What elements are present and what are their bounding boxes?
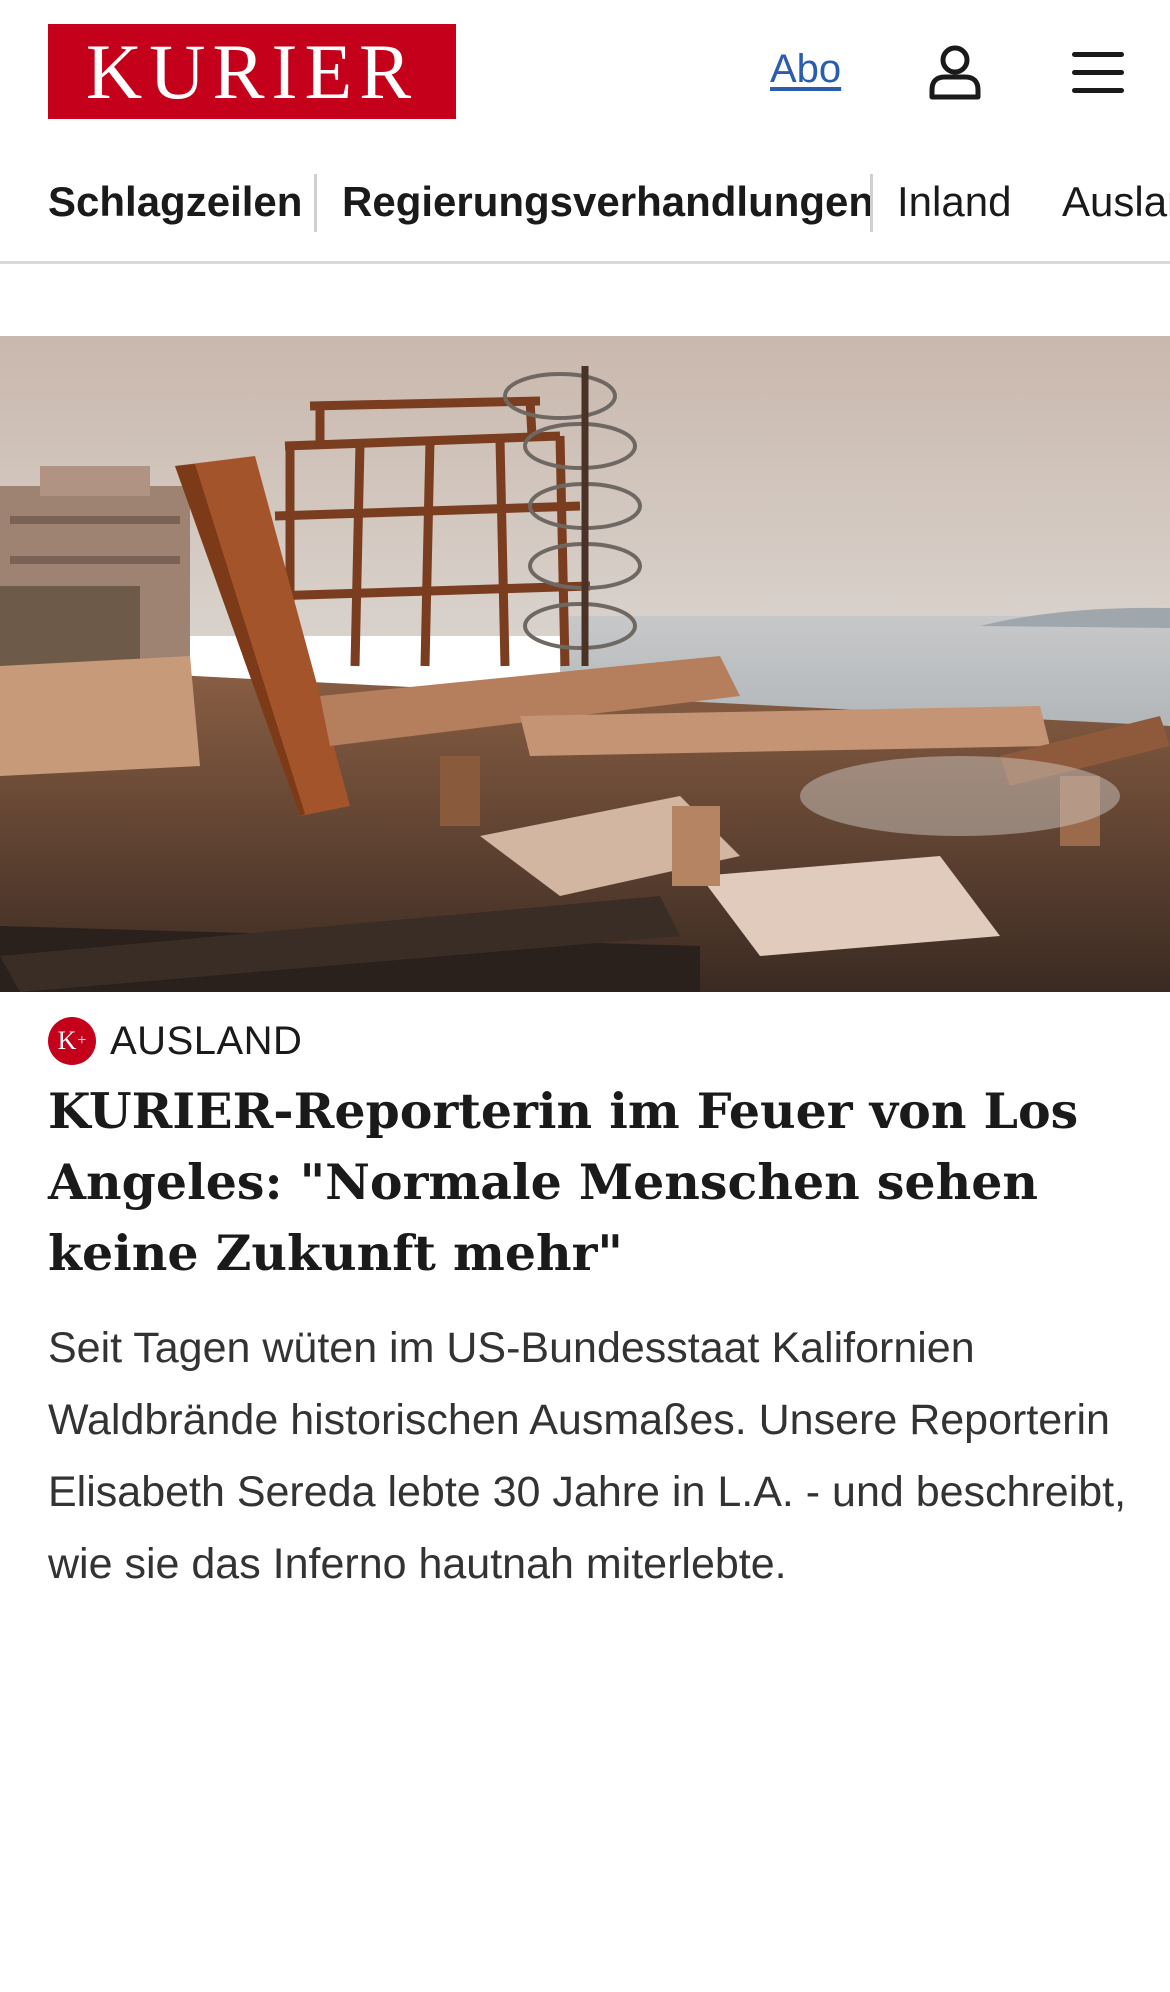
kurier-logo[interactable]: KURIER — [48, 24, 456, 119]
site-header: KURIER Abo — [0, 0, 1170, 145]
section-nav: Schlagzeilen Regierungsverhandlungen Inl… — [0, 172, 1170, 232]
nav-separator — [314, 174, 317, 232]
nav-separator — [870, 174, 873, 232]
nav-item-regierungsverhandlungen[interactable]: Regierungsverhandlungen — [342, 172, 874, 232]
nav-item-inland[interactable]: Inland — [897, 172, 1011, 232]
article-lead: Seit Tagen wüten im US-Bundesstaat Kalif… — [48, 1324, 1127, 1588]
nav-item-schlagzeilen[interactable]: Schlagzeilen — [48, 172, 302, 232]
user-icon[interactable] — [928, 44, 982, 100]
hamburger-menu-icon[interactable] — [1072, 50, 1124, 96]
article-kicker[interactable]: K + AUSLAND — [48, 1016, 302, 1066]
kplus-premium-icon: K + — [48, 1017, 96, 1065]
hero-image[interactable] — [0, 336, 1170, 992]
abo-link[interactable]: Abo — [770, 47, 841, 92]
article-headline[interactable]: KURIER-Reporterin im Feuer von Los Angel… — [48, 1076, 1128, 1289]
nav-item-ausland[interactable]: Ausland — [1062, 172, 1170, 232]
nav-divider — [0, 261, 1170, 264]
section-label: AUSLAND — [110, 1018, 303, 1063]
